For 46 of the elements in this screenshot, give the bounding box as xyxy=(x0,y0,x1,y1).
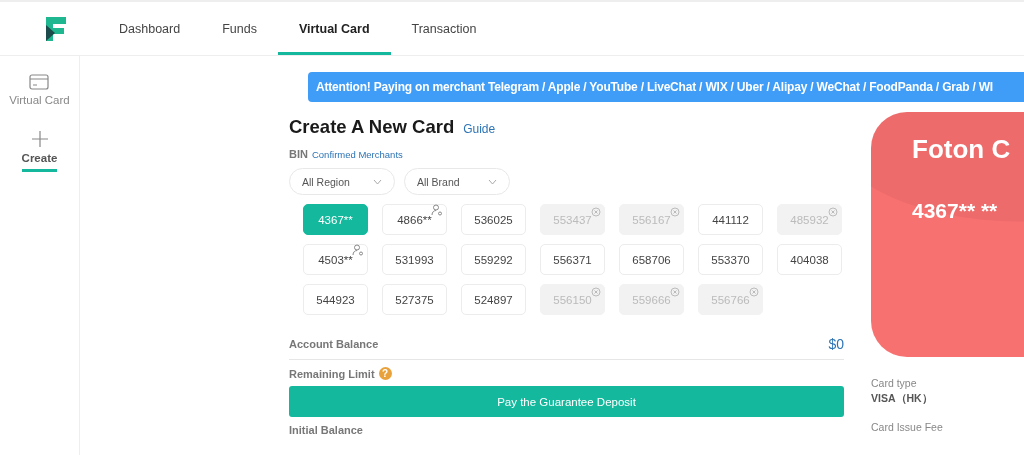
nav-tab[interactable]: Dashboard xyxy=(98,2,202,55)
card-name: Foton C xyxy=(911,133,1012,165)
page-title: Create A New Card xyxy=(289,116,455,138)
logo-icon xyxy=(46,16,66,41)
card-icon xyxy=(29,74,50,90)
close-icon xyxy=(749,287,759,297)
sidebar-item[interactable]: Create xyxy=(21,130,58,172)
remaining-limit-label: Remaining Limit xyxy=(289,367,375,380)
user-icon xyxy=(431,204,443,216)
detail-label: Card type xyxy=(871,377,918,389)
bin-option[interactable]: 527375 xyxy=(382,284,447,315)
account-balance-value: $0 xyxy=(828,336,844,352)
nav-tab[interactable]: Virtual Card xyxy=(277,2,391,55)
bin-option[interactable]: 544923 xyxy=(303,284,368,315)
bin-option[interactable]: 658706 xyxy=(619,244,684,275)
plus-icon xyxy=(30,130,49,148)
bin-option[interactable]: 441112 xyxy=(698,204,763,235)
close-icon xyxy=(670,207,680,217)
nav-tab[interactable]: Transaction xyxy=(390,2,498,55)
detail-label: Card Issue Fee xyxy=(871,421,944,433)
chevron-icon xyxy=(373,178,382,185)
user-icon xyxy=(352,244,364,256)
bin-option[interactable]: 4866** xyxy=(382,204,447,235)
bin-option[interactable]: 556371 xyxy=(540,244,605,275)
merchants-link[interactable]: Confirmed Merchants xyxy=(311,149,403,160)
bin-option[interactable]: 553370 xyxy=(698,244,763,275)
bin-option[interactable]: 536025 xyxy=(461,204,526,235)
close-icon xyxy=(670,287,680,297)
attention-banner: Attention! Paying on merchant Telegram / Apple / YouTube / LiveChat / WIX / Uber / Alipay / WeChat / FoodPanda / Grab / WI xyxy=(308,72,1024,102)
sidebar-item[interactable]: Virtual Card xyxy=(9,74,70,114)
account-balance-label: Account Balance xyxy=(289,338,379,350)
bin-label: BIN xyxy=(289,148,308,160)
bin-option[interactable]: 4503** xyxy=(303,244,368,275)
close-icon xyxy=(591,287,601,297)
card-number: 4367** ** xyxy=(911,198,999,223)
bin-option[interactable]: 404038 xyxy=(777,244,842,275)
close-icon xyxy=(828,207,838,217)
detail-value: VISA（HK） xyxy=(871,392,934,406)
bin-option[interactable]: 531993 xyxy=(382,244,447,275)
bin-option[interactable]: 559292 xyxy=(461,244,526,275)
bin-option[interactable]: 524897 xyxy=(461,284,526,315)
chevron-icon xyxy=(488,178,497,185)
close-icon xyxy=(591,207,601,217)
initial-balance-label: Initial Balance xyxy=(289,424,364,436)
guide-link[interactable]: Guide xyxy=(463,122,496,136)
nav-tab[interactable]: Funds xyxy=(201,2,278,55)
